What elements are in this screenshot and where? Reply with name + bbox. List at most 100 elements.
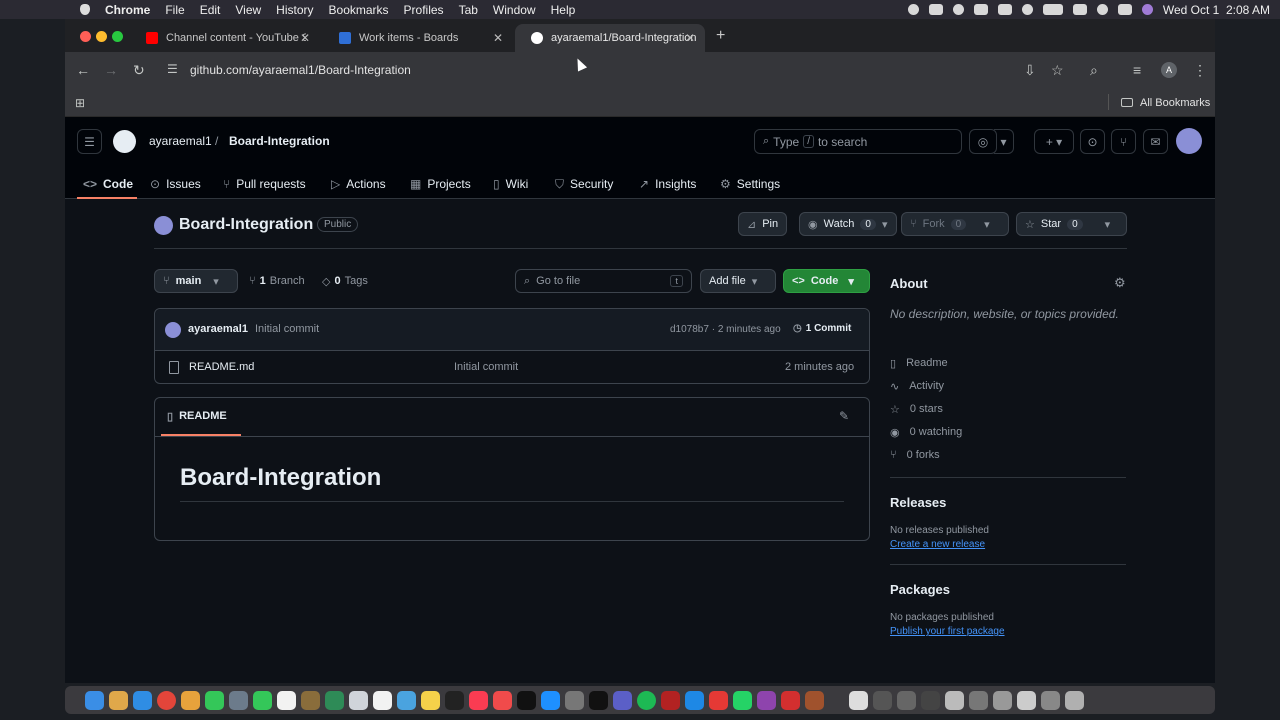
window-thumbnail[interactable] <box>945 690 964 710</box>
packages-title[interactable]: Packages <box>890 582 950 597</box>
copilot-menu-button[interactable]: ▾ <box>994 129 1014 154</box>
apple-icon[interactable] <box>80 4 90 15</box>
tab-projects[interactable]: ▦ Projects <box>410 173 471 195</box>
menu-edit[interactable]: Edit <box>200 3 221 17</box>
close-window-button[interactable] <box>80 31 91 42</box>
window-thumbnail[interactable] <box>969 690 988 710</box>
pdf-icon[interactable] <box>973 4 988 15</box>
calendar-icon[interactable] <box>277 690 296 710</box>
search-icon[interactable] <box>1096 4 1108 15</box>
tab-wiki[interactable]: ▯ Wiki <box>493 173 528 195</box>
file-commit-message[interactable]: Initial commit <box>454 361 518 373</box>
install-icon[interactable]: ⇩ <box>1024 62 1036 79</box>
profile-avatar[interactable]: A <box>1161 62 1177 78</box>
system-settings-icon[interactable] <box>229 690 248 710</box>
commits-link[interactable]: ◷ 1 Commit <box>793 323 851 334</box>
arc-icon[interactable] <box>757 690 776 710</box>
forks-link[interactable]: ⑂ 0 forks <box>890 449 940 461</box>
issues-shortcut-button[interactable]: ⊙ <box>1080 129 1105 154</box>
tags-link[interactable]: ◇ 0 Tags <box>322 275 368 288</box>
system-preferences-icon[interactable] <box>565 690 584 710</box>
teams-icon[interactable] <box>613 690 632 710</box>
app-store-icon[interactable] <box>541 690 560 710</box>
menu-window[interactable]: Window <box>493 3 536 17</box>
publish-package-link[interactable]: Publish your first package <box>890 626 1005 637</box>
wifi-icon[interactable] <box>1072 4 1087 15</box>
menu-tab[interactable]: Tab <box>459 3 478 17</box>
create-new-button[interactable]: + ▾ <box>1034 129 1074 154</box>
menu-profiles[interactable]: Profiles <box>404 3 444 17</box>
facetime-icon[interactable] <box>253 690 272 710</box>
window-thumbnail[interactable] <box>1017 690 1036 710</box>
star-button[interactable]: ☆ Star 0 ▾ <box>1016 212 1127 236</box>
about-settings-icon[interactable]: ⚙ <box>1114 275 1126 291</box>
search-input[interactable]: ⌕ Type / to search <box>754 129 962 154</box>
chevron-down-icon[interactable]: ▾ <box>984 218 990 231</box>
add-file-button[interactable]: Add file ▾ <box>700 269 776 293</box>
close-tab-icon[interactable]: ✕ <box>300 31 310 45</box>
address-bar[interactable]: github.com/ayaraemal1/Board-Integration <box>190 63 411 77</box>
preview-icon[interactable] <box>349 690 368 710</box>
cloud-icon[interactable] <box>928 4 943 15</box>
menu-app-name[interactable]: Chrome <box>105 3 150 17</box>
repo-name-link[interactable]: Board-Integration <box>229 134 330 148</box>
user-icon[interactable] <box>1021 4 1033 15</box>
menu-help[interactable]: Help <box>551 3 576 17</box>
window-thumbnail[interactable] <box>1041 690 1060 710</box>
readme-link[interactable]: ▯ Readme <box>890 357 948 370</box>
fork-button[interactable]: ⑂ Fork 0 ▾ <box>901 212 1009 236</box>
go-to-file-input[interactable]: ⌕ Go to file t <box>515 269 692 293</box>
create-release-link[interactable]: Create a new release <box>890 539 985 550</box>
readme-tab[interactable]: ▯ README <box>161 398 241 436</box>
tab-settings[interactable]: ⚙ Settings <box>720 173 780 195</box>
sequoia-icon[interactable] <box>805 690 824 710</box>
tab-boards[interactable]: Work items - Boards ✕ <box>323 24 513 52</box>
tab-github[interactable]: ayaraemal1/Board-Integration ✕ <box>515 24 705 52</box>
github-logo-icon[interactable] <box>113 130 136 153</box>
forward-icon[interactable]: → <box>104 62 118 78</box>
chrome-icon[interactable] <box>157 690 176 710</box>
freeform-icon[interactable] <box>397 690 416 710</box>
branch-selector[interactable]: ⑂ main ▾ <box>154 269 238 293</box>
pull-requests-shortcut-button[interactable]: ⑂ <box>1111 129 1136 154</box>
photos-icon[interactable] <box>181 690 200 710</box>
bookmark-star-icon[interactable]: ☆ <box>1051 62 1064 79</box>
dictionary-icon[interactable] <box>661 690 680 710</box>
more-icon[interactable]: ⋮ <box>1193 62 1207 79</box>
edit-icon[interactable]: ✎ <box>839 409 849 423</box>
reminders-icon[interactable] <box>373 690 392 710</box>
stickies-icon[interactable] <box>421 690 440 710</box>
tab-search-icon[interactable]: ⌕ <box>1090 62 1098 79</box>
menu-view[interactable]: View <box>235 3 261 17</box>
siri-icon[interactable] <box>1141 4 1153 15</box>
menu-bookmarks[interactable]: Bookmarks <box>329 3 389 17</box>
table-row[interactable]: README.md Initial commit 2 minutes ago <box>155 352 869 384</box>
tab-pull-requests[interactable]: ⑂ Pull requests <box>223 173 306 195</box>
window-thumbnail[interactable] <box>873 690 892 710</box>
vscode-icon[interactable] <box>685 690 704 710</box>
safari-icon[interactable] <box>133 690 152 710</box>
tab-issues[interactable]: ⊙ Issues <box>150 173 201 195</box>
clock[interactable]: Wed Oct 1 2:08 AM <box>1163 3 1270 17</box>
copilot-button[interactable]: ◎ <box>969 129 997 154</box>
notes-icon[interactable] <box>301 690 320 710</box>
file-name[interactable]: README.md <box>189 361 254 373</box>
play-icon[interactable] <box>952 4 964 15</box>
close-tab-icon[interactable]: ✕ <box>685 31 695 45</box>
menu-history[interactable]: History <box>276 3 313 17</box>
launchpad-icon[interactable] <box>109 690 128 710</box>
trash-icon[interactable] <box>1065 690 1084 710</box>
stars-link[interactable]: ☆ 0 stars <box>890 403 943 416</box>
tab-actions[interactable]: ▷ Actions <box>331 173 386 195</box>
home-icon[interactable] <box>997 4 1012 15</box>
tab-youtube[interactable]: Channel content - YouTube St ✕ <box>130 24 320 52</box>
commit-hash[interactable]: d1078b7 · 2 minutes ago <box>670 324 781 335</box>
tab-insights[interactable]: ↗ Insights <box>639 173 696 195</box>
apple-tv-icon[interactable] <box>445 690 464 710</box>
commit-message[interactable]: Initial commit <box>255 323 319 335</box>
capcut-icon[interactable] <box>589 690 608 710</box>
menu-file[interactable]: File <box>165 3 184 17</box>
code-button[interactable]: <> Code ▾ <box>783 269 870 293</box>
close-tab-icon[interactable]: ✕ <box>493 31 503 45</box>
news-icon[interactable] <box>493 690 512 710</box>
